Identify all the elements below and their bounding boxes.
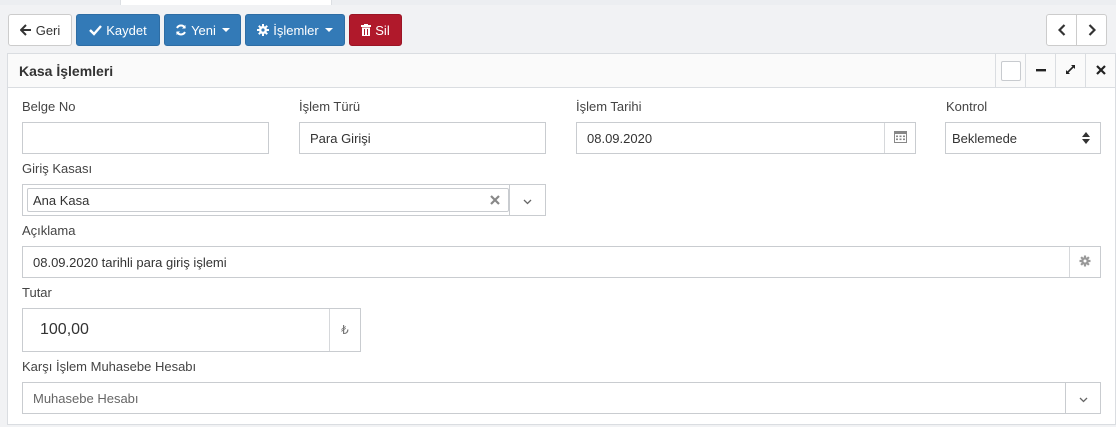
kontrol-value: Beklemede	[952, 131, 1018, 146]
save-button[interactable]: Kaydet	[76, 14, 160, 46]
panel-close-button[interactable]	[1085, 54, 1115, 87]
tutar-value: 100,00	[40, 321, 89, 338]
minus-icon	[1035, 63, 1046, 78]
aciklama-value: 08.09.2020 tarihli para giriş işlemi	[33, 255, 227, 270]
panel-select-checkbox[interactable]	[995, 54, 1025, 87]
islem-tarihi-input[interactable]: 08.09.2020	[576, 122, 916, 154]
giris-kasasi-select[interactable]: Ana Kasa	[22, 184, 546, 216]
delete-button-label: Sil	[375, 22, 390, 38]
close-icon	[1095, 63, 1106, 78]
tutar-label: Tutar	[22, 285, 52, 300]
islem-turu-input[interactable]: Para Girişi	[299, 122, 546, 154]
active-tab[interactable]	[120, 0, 332, 5]
aciklama-label: Açıklama	[22, 223, 76, 238]
check-icon	[89, 24, 103, 36]
gear-icon	[257, 24, 270, 36]
caret-down-icon	[221, 28, 230, 32]
next-record-button[interactable]	[1076, 14, 1107, 46]
actions-dropdown-button[interactable]: İşlemler	[245, 14, 345, 46]
giris-kasasi-label: Giriş Kasası	[22, 161, 93, 176]
kontrol-select[interactable]: Beklemede	[945, 122, 1101, 154]
sort-updown-icon	[1082, 132, 1090, 147]
record-nav-group	[1046, 14, 1107, 46]
karsi-hesap-placeholder: Muhasebe Hesabı	[33, 391, 139, 406]
back-button-label: Geri	[35, 22, 61, 38]
kontrol-label: Kontrol	[946, 99, 988, 114]
refresh-icon	[175, 24, 187, 36]
islem-turu-value: Para Girişi	[310, 131, 371, 146]
chevron-down-icon	[1079, 391, 1088, 406]
checkbox-icon	[1000, 60, 1021, 81]
tutar-input[interactable]: 100,00 ₺	[22, 308, 361, 352]
expand-icon	[1065, 63, 1076, 78]
karsi-hesap-label: Karşı İşlem Muhasebe Hesabı	[22, 359, 197, 374]
trash-icon	[361, 24, 372, 36]
karsi-hesap-select[interactable]: Muhasebe Hesabı	[22, 382, 1101, 414]
giris-kasasi-value: Ana Kasa	[33, 193, 90, 208]
aciklama-settings-button[interactable]	[1069, 247, 1100, 277]
panel-header: Kasa İşlemleri	[8, 54, 1115, 88]
giris-kasasi-selection[interactable]: Ana Kasa	[27, 188, 509, 212]
actions-button-label: İşlemler	[273, 22, 319, 38]
panel-collapse-button[interactable]	[1025, 54, 1055, 87]
arrow-left-icon	[19, 24, 32, 36]
belge-no-label: Belge No	[22, 99, 76, 114]
currency-symbol: ₺	[341, 323, 349, 337]
islem-turu-label: İşlem Türü	[299, 99, 361, 114]
belge-no-input[interactable]	[22, 122, 269, 154]
gear-icon	[1079, 255, 1091, 270]
caret-down-icon	[324, 28, 333, 32]
currency-addon: ₺	[329, 309, 360, 351]
giris-kasasi-dropdown-toggle[interactable]	[509, 185, 545, 215]
panel-title: Kasa İşlemleri	[19, 63, 114, 79]
save-button-label: Kaydet	[106, 22, 147, 38]
karsi-hesap-dropdown-toggle[interactable]	[1065, 383, 1100, 413]
islem-tarihi-value: 08.09.2020	[587, 131, 653, 146]
calendar-icon	[893, 130, 907, 146]
new-dropdown-button[interactable]: Yeni	[164, 14, 241, 46]
toolbar: Geri Kaydet Yeni İşlemler Sil	[8, 14, 402, 46]
back-button[interactable]: Geri	[8, 14, 72, 46]
islem-tarihi-label: İşlem Tarihi	[576, 99, 642, 114]
aciklama-input[interactable]: 08.09.2020 tarihli para giriş işlemi	[22, 246, 1101, 278]
clear-selection-icon[interactable]	[490, 193, 500, 208]
chevron-left-icon	[1057, 24, 1066, 36]
panel-tools	[995, 54, 1115, 87]
previous-record-button[interactable]	[1046, 14, 1077, 46]
top-tab-strip	[0, 0, 1116, 5]
chevron-right-icon	[1088, 24, 1096, 36]
new-button-label: Yeni	[191, 22, 216, 38]
chevron-down-icon	[523, 193, 532, 208]
panel-expand-button[interactable]	[1055, 54, 1085, 87]
calendar-button[interactable]	[884, 123, 915, 153]
delete-button[interactable]: Sil	[349, 14, 402, 46]
